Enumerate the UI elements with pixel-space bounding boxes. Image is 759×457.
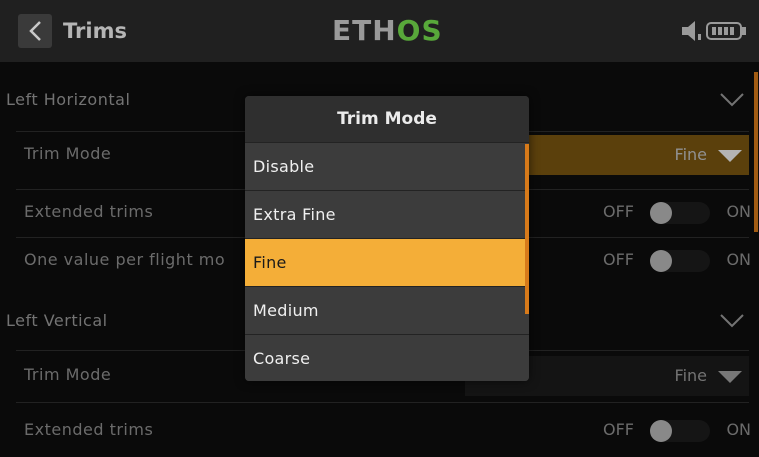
option-label: Fine bbox=[253, 253, 287, 272]
battery-icon bbox=[706, 22, 746, 40]
popup-title: Trim Mode bbox=[245, 96, 529, 142]
option-label: Disable bbox=[253, 157, 315, 176]
option-label: Extra Fine bbox=[253, 205, 336, 224]
ethos-logo: ETHOS bbox=[332, 14, 443, 48]
option-label: Coarse bbox=[253, 349, 311, 368]
chevron-left-icon bbox=[29, 21, 41, 41]
option-coarse[interactable]: Coarse bbox=[245, 334, 529, 381]
option-medium[interactable]: Medium bbox=[245, 286, 529, 334]
header-bar: Trims ETHOS bbox=[0, 0, 759, 62]
logo-accent: OS bbox=[396, 14, 443, 47]
option-disable[interactable]: Disable bbox=[245, 142, 529, 190]
screen: Trims ETHOS Left Horizontal Trim Mode Fi… bbox=[0, 0, 759, 457]
logo-main: ETH bbox=[332, 14, 397, 47]
popup-scrollbar[interactable] bbox=[525, 144, 529, 314]
back-button[interactable] bbox=[18, 14, 52, 48]
option-label: Medium bbox=[253, 301, 319, 320]
trim-mode-popup: Trim Mode Disable Extra Fine Fine Medium… bbox=[245, 96, 529, 381]
option-extra-fine[interactable]: Extra Fine bbox=[245, 190, 529, 238]
page-title: Trims bbox=[63, 19, 127, 43]
option-fine[interactable]: Fine bbox=[245, 238, 529, 286]
speaker-icon[interactable] bbox=[680, 20, 704, 42]
